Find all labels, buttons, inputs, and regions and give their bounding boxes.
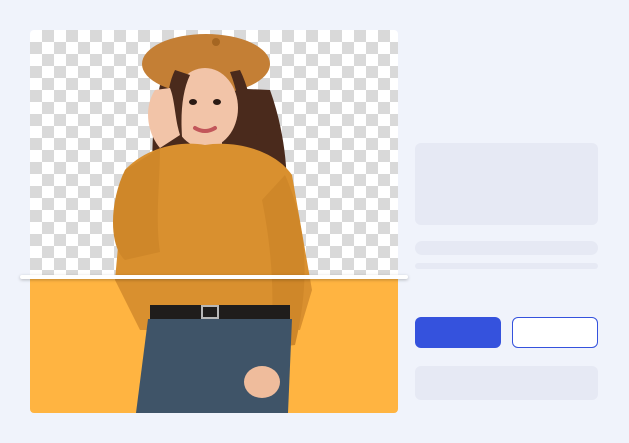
secondary-action-button[interactable] [512,317,598,348]
primary-action-button[interactable] [415,317,501,348]
placeholder-footer-bar [415,366,598,400]
photo-comparison-panel [30,30,398,413]
placeholder-subtitle-line [415,263,598,269]
placeholder-card [415,143,598,225]
placeholder-title-line [415,241,598,255]
jeans-shape [136,319,292,413]
before-after-slider[interactable] [20,275,408,279]
app-canvas [0,0,629,443]
person-photo-icon [112,34,312,413]
